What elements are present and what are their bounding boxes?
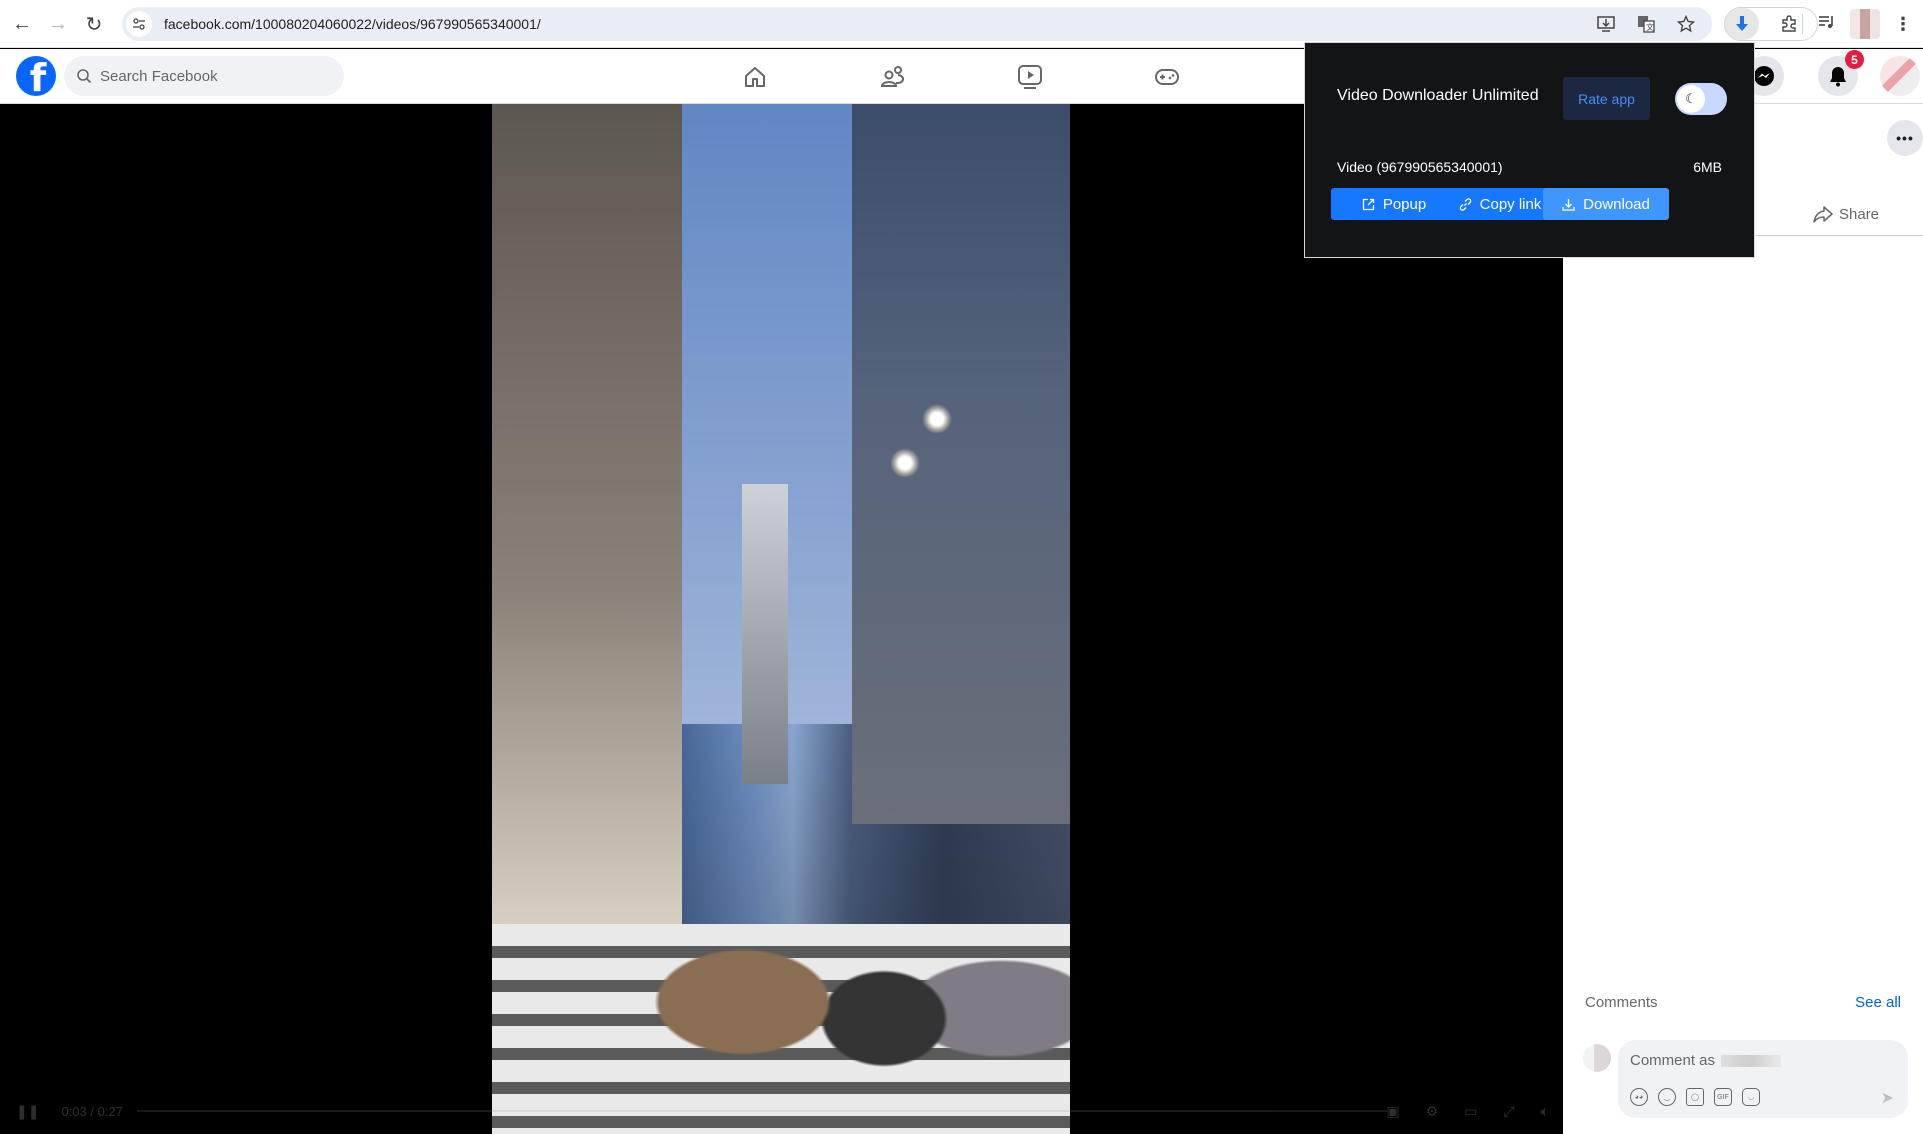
video-time: 0:03 / 0:27 [61, 1103, 123, 1119]
share-icon [1813, 206, 1833, 223]
svg-text:文: 文 [1646, 22, 1654, 32]
share-label: Share [1839, 205, 1880, 223]
messenger-icon [1754, 66, 1774, 86]
url-text[interactable]: facebook.com/100080204060022/videos/9679… [164, 16, 541, 32]
profile-avatar[interactable] [1850, 9, 1880, 39]
video-downloader-extension-button[interactable] [1725, 8, 1759, 40]
search-icon [77, 69, 92, 84]
gaming-icon [1155, 68, 1179, 85]
extensions-group [1724, 7, 1818, 41]
more-dots-icon: ••• [1896, 130, 1914, 146]
comment-input[interactable]: Comment as ◕◕ ‿ ◯ GIF ◡ ➤ [1618, 1040, 1908, 1118]
friends-icon [880, 65, 904, 87]
moon-icon: ☾ [1677, 85, 1705, 113]
popup-label: Popup [1382, 195, 1427, 213]
more-options-button[interactable]: ••• [1887, 120, 1923, 156]
download-label: Download [1583, 195, 1650, 213]
nav-tab-video[interactable] [975, 49, 1085, 104]
media-control-icon[interactable] [1818, 14, 1836, 35]
comments-heading: Comments [1585, 994, 1658, 1011]
video-progress-bar[interactable] [136, 1110, 1387, 1112]
comment-placeholder-text: Comment as [1630, 1052, 1716, 1069]
translate-icon[interactable]: 文 [1636, 14, 1656, 34]
browser-window: ← → ↻ facebook.com/100080204060022/video… [0, 0, 1923, 1134]
nav-tab-gaming[interactable] [1112, 49, 1222, 104]
search-placeholder: Search Facebook [100, 67, 218, 85]
notifications-button[interactable]: 5 [1818, 50, 1864, 96]
avatar-sticker-icon[interactable]: ◕◕ [1630, 1088, 1648, 1106]
post-side-panel: ••• ment Share Comments See all Comment … [1563, 104, 1923, 1134]
pause-icon[interactable]: ❚❚ [16, 1103, 39, 1120]
facebook-search-input[interactable]: Search Facebook [64, 56, 344, 96]
camera-icon[interactable]: ◯ [1686, 1088, 1704, 1106]
video-icon [1018, 64, 1042, 89]
gif-icon[interactable]: GIF [1714, 1088, 1732, 1106]
sticker-icon[interactable]: ◡ [1742, 1088, 1760, 1106]
copy-link-label: Copy link [1479, 195, 1542, 213]
see-all-comments-link[interactable]: See all [1855, 994, 1901, 1011]
forward-button[interactable]: → [40, 6, 76, 42]
fullscreen-icon[interactable]: ⤢ [1503, 1103, 1514, 1120]
video-frame-building-left [492, 104, 682, 924]
install-app-icon[interactable] [1596, 14, 1616, 34]
video-frame-tower [742, 484, 788, 784]
reload-button[interactable]: ↻ [76, 6, 112, 42]
send-icon[interactable]: ➤ [1881, 1088, 1894, 1108]
extension-title: Video Downloader Unlimited [1337, 87, 1539, 104]
video-player[interactable] [492, 104, 1070, 1134]
facebook-logo[interactable]: f [16, 56, 56, 96]
back-button[interactable]: ← [4, 6, 40, 42]
comment-placeholder: Comment as [1630, 1052, 1782, 1069]
menu-kebab-icon[interactable]: ⋮ [1894, 15, 1912, 33]
link-icon [1459, 197, 1471, 211]
video-stage[interactable]: ❚❚ 0:03 / 0:27 ▣ ⚙ ▭ ⤢ 🔈︎ [0, 104, 1563, 1134]
video-frame-crowd [602, 804, 1070, 1134]
browser-toolbar: ← → ↻ facebook.com/100080204060022/video… [0, 0, 1923, 48]
redacted-username [1721, 1054, 1782, 1067]
volume-icon[interactable]: 🔈︎ [1541, 1103, 1549, 1120]
download-icon [1562, 198, 1575, 211]
mini-player-icon[interactable]: ▭ [1464, 1103, 1477, 1120]
theme-toggle[interactable]: ☾ [1675, 83, 1727, 115]
puzzle-icon [1782, 15, 1796, 32]
emoji-icon[interactable]: ‿ [1658, 1088, 1676, 1106]
reload-icon: ↻ [85, 13, 103, 36]
download-button[interactable]: Download [1543, 188, 1669, 220]
video-frame-streetlight [890, 448, 920, 478]
nav-tab-home[interactable] [700, 49, 810, 104]
account-avatar[interactable] [1880, 56, 1920, 96]
video-downloader-popup: Video Downloader Unlimited Rate app ☾ Vi… [1304, 42, 1755, 258]
rate-app-button[interactable]: Rate app [1563, 77, 1650, 120]
home-icon [745, 66, 765, 87]
notification-badge: 5 [1845, 50, 1864, 69]
nav-tab-friends[interactable] [838, 49, 948, 104]
download-arrow-icon [1736, 16, 1748, 31]
extensions-button[interactable] [1769, 8, 1809, 40]
forward-arrow-icon: → [48, 12, 68, 35]
facebook-f-icon: f [29, 56, 47, 96]
bell-icon [1830, 67, 1846, 87]
settings-gear-icon[interactable]: ⚙ [1426, 1103, 1439, 1120]
captions-icon[interactable]: ▣ [1386, 1103, 1399, 1120]
site-info-button[interactable] [126, 11, 152, 37]
video-size: 6MB [1693, 159, 1722, 175]
address-bar[interactable]: facebook.com/100080204060022/videos/9679… [122, 7, 1712, 41]
commenter-avatar [1583, 1044, 1611, 1072]
tune-icon [133, 18, 145, 30]
video-title: Video (967990565340001) [1337, 159, 1503, 175]
external-link-icon [1362, 198, 1374, 210]
bookmark-star-icon[interactable] [1676, 14, 1696, 34]
video-controls: ❚❚ 0:03 / 0:27 ▣ ⚙ ▭ ⤢ 🔈︎ [0, 1088, 1563, 1134]
back-arrow-icon: ← [12, 12, 32, 35]
share-action[interactable]: Share [1813, 192, 1879, 236]
toolbar-divider [1802, 14, 1803, 34]
video-frame-building-right [852, 104, 1070, 824]
video-frame-streetlight [922, 404, 952, 434]
